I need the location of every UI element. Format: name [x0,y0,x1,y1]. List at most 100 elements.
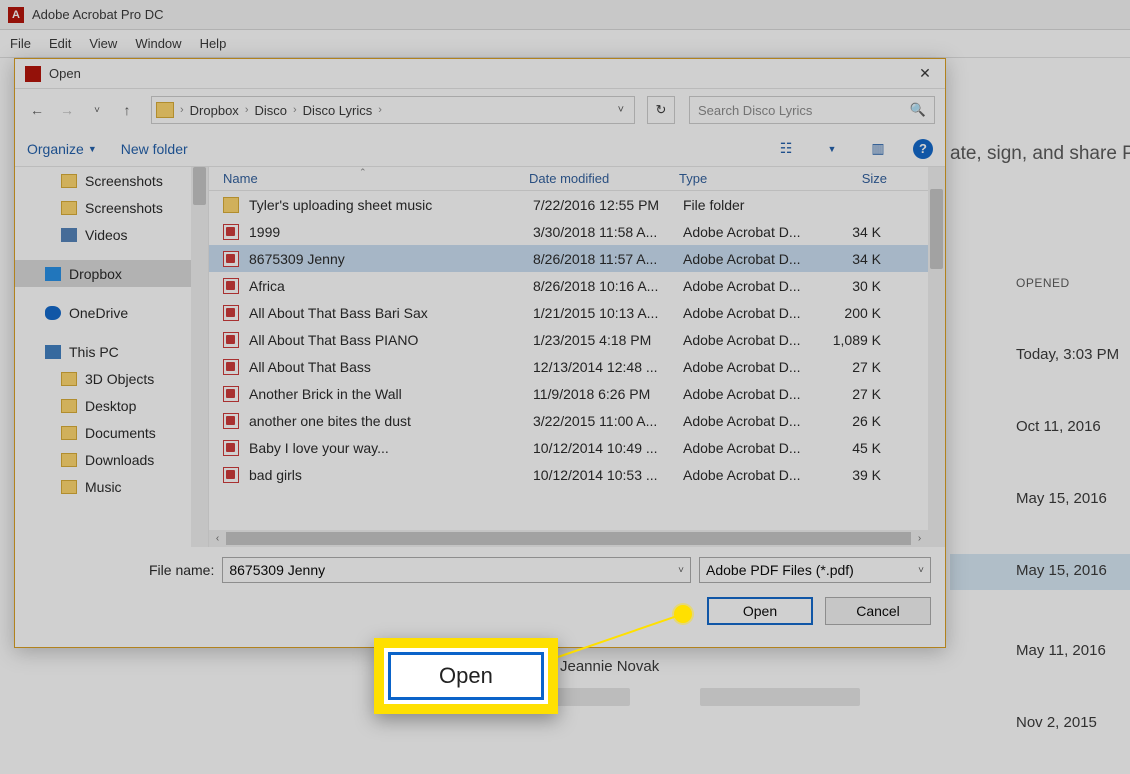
nav-back-button[interactable]: ← [25,98,49,122]
pc-icon [45,345,61,359]
organize-label: Organize [27,141,84,157]
chevron-down-icon[interactable]: ˅ [678,565,684,576]
view-dropdown-icon[interactable]: ▼ [821,140,843,158]
dialog-footer: File name: 8675309 Jenny ˅ Adobe PDF Fil… [15,547,945,639]
nav-recent-dropdown[interactable]: ˅ [85,98,109,122]
breadcrumb-sep: › [243,104,251,116]
search-placeholder: Search Disco Lyrics [698,103,812,118]
folder-icon [156,102,174,118]
chevron-down-icon[interactable]: ˅ [918,565,924,576]
file-row[interactable]: bad girls10/12/2014 10:53 ...Adobe Acrob… [209,461,945,488]
address-dropdown-icon[interactable]: ˅ [612,104,630,116]
file-name: Another Brick in the Wall [249,386,533,402]
col-date[interactable]: Date modified [529,171,679,186]
file-row[interactable]: Tyler's uploading sheet music7/22/2016 1… [209,191,945,218]
file-size: 200 K [831,305,903,321]
bg-file-author: Jeannie Novak [560,658,659,675]
list-scroll-thumb[interactable] [930,189,943,269]
file-row[interactable]: 8675309 Jenny8/26/2018 11:57 A...Adobe A… [209,245,945,272]
list-hscrollbar[interactable]: ‹ › [209,530,928,547]
file-type: Adobe Acrobat D... [683,251,831,267]
tree-scrollbar[interactable] [191,167,208,547]
nav-up-button[interactable]: ↑ [115,98,139,122]
hscroll-thumb[interactable] [226,532,911,545]
open-button[interactable]: Open [707,597,813,625]
tree-item[interactable]: Music [15,473,208,500]
file-size: 45 K [831,440,903,456]
file-row[interactable]: 19993/30/2018 11:58 A...Adobe Acrobat D.… [209,218,945,245]
folder-icon [61,399,77,413]
col-name[interactable]: Name⌃ [209,171,529,186]
file-row[interactable]: Africa8/26/2018 10:16 A...Adobe Acrobat … [209,272,945,299]
tree-item[interactable]: Desktop [15,392,208,419]
file-row[interactable]: All About That Bass PIANO1/23/2015 4:18 … [209,326,945,353]
file-size: 30 K [831,278,903,294]
folder-tree: Screenshots Screenshots Videos Dropbox OneDr… [15,167,209,547]
file-row[interactable]: All About That Bass12/13/2014 12:48 ...A… [209,353,945,380]
open-dialog: Open ✕ ← → ˅ ↑ › Dropbox › Disco › Disco… [14,58,946,648]
tree-item[interactable]: OneDrive [15,299,208,326]
file-type-select[interactable]: Adobe PDF Files (*.pdf) ˅ [699,557,931,583]
file-type: Adobe Acrobat D... [683,386,831,402]
file-size: 27 K [831,386,903,402]
pdf-icon [223,467,239,483]
nav-forward-button[interactable]: → [55,98,79,122]
tree-item[interactable]: Downloads [15,446,208,473]
hscroll-right-icon[interactable]: › [911,533,928,544]
tree-item-label: Music [85,479,122,495]
breadcrumb-0[interactable]: Dropbox [186,103,243,118]
pdf-icon [223,359,239,375]
tree-scroll-thumb[interactable] [193,167,206,205]
preview-pane-button[interactable]: ▥ [867,140,889,158]
organize-button[interactable]: Organize ▼ [27,141,97,157]
file-row[interactable]: another one bites the dust3/22/2015 11:0… [209,407,945,434]
file-name-input[interactable]: 8675309 Jenny ˅ [222,557,691,583]
tree-item-label: Downloads [85,452,154,468]
tree-item[interactable]: 3D Objects [15,365,208,392]
menu-edit[interactable]: Edit [49,36,71,51]
bg-file-date: Today, 3:03 PM [1016,346,1119,363]
tree-item-label: Screenshots [85,200,163,216]
address-bar[interactable]: › Dropbox › Disco › Disco Lyrics › ˅ [151,96,635,124]
callout-highlight: Open [374,638,558,714]
col-size[interactable]: Size [827,171,899,186]
tree-item[interactable]: Dropbox [15,260,208,287]
file-size: 27 K [831,359,903,375]
hscroll-left-icon[interactable]: ‹ [209,533,226,544]
pdf-icon [223,332,239,348]
breadcrumb-1[interactable]: Disco [250,103,291,118]
bg-file-date: May 15, 2016 [1016,490,1107,507]
menu-help[interactable]: Help [200,36,227,51]
search-input[interactable]: Search Disco Lyrics 🔍 [689,96,935,124]
help-icon[interactable]: ? [913,139,933,159]
file-row[interactable]: Baby I love your way...10/12/2014 10:49 … [209,434,945,461]
tree-item[interactable]: Screenshots [15,167,208,194]
title-bar: A Adobe Acrobat Pro DC [0,0,1130,30]
menu-window[interactable]: Window [135,36,181,51]
breadcrumb-2[interactable]: Disco Lyrics [299,103,377,118]
menu-file[interactable]: File [10,36,31,51]
file-row[interactable]: Another Brick in the Wall11/9/2018 6:26 … [209,380,945,407]
refresh-button[interactable]: ↻ [647,96,675,124]
menu-view[interactable]: View [89,36,117,51]
cancel-button[interactable]: Cancel [825,597,931,625]
file-size: 39 K [831,467,903,483]
list-scrollbar[interactable] [928,167,945,547]
file-size: 26 K [831,413,903,429]
dialog-title-bar: Open ✕ [15,59,945,89]
callout-open-button: Open [388,652,544,700]
file-date: 1/21/2015 10:13 A... [533,305,683,321]
close-icon[interactable]: ✕ [915,65,935,82]
tree-item[interactable]: Screenshots [15,194,208,221]
list-header: Name⌃ Date modified Type Size [209,167,945,191]
folder-icon [61,453,77,467]
file-name-label: File name: [149,562,214,578]
bg-opened-header: OPENED [1016,276,1070,290]
col-type[interactable]: Type [679,171,827,186]
tree-item[interactable]: Documents [15,419,208,446]
file-row[interactable]: All About That Bass Bari Sax1/21/2015 10… [209,299,945,326]
tree-item[interactable]: This PC [15,338,208,365]
tree-item[interactable]: Videos [15,221,208,248]
view-options-button[interactable]: ☷ [775,140,797,158]
new-folder-button[interactable]: New folder [121,141,188,157]
